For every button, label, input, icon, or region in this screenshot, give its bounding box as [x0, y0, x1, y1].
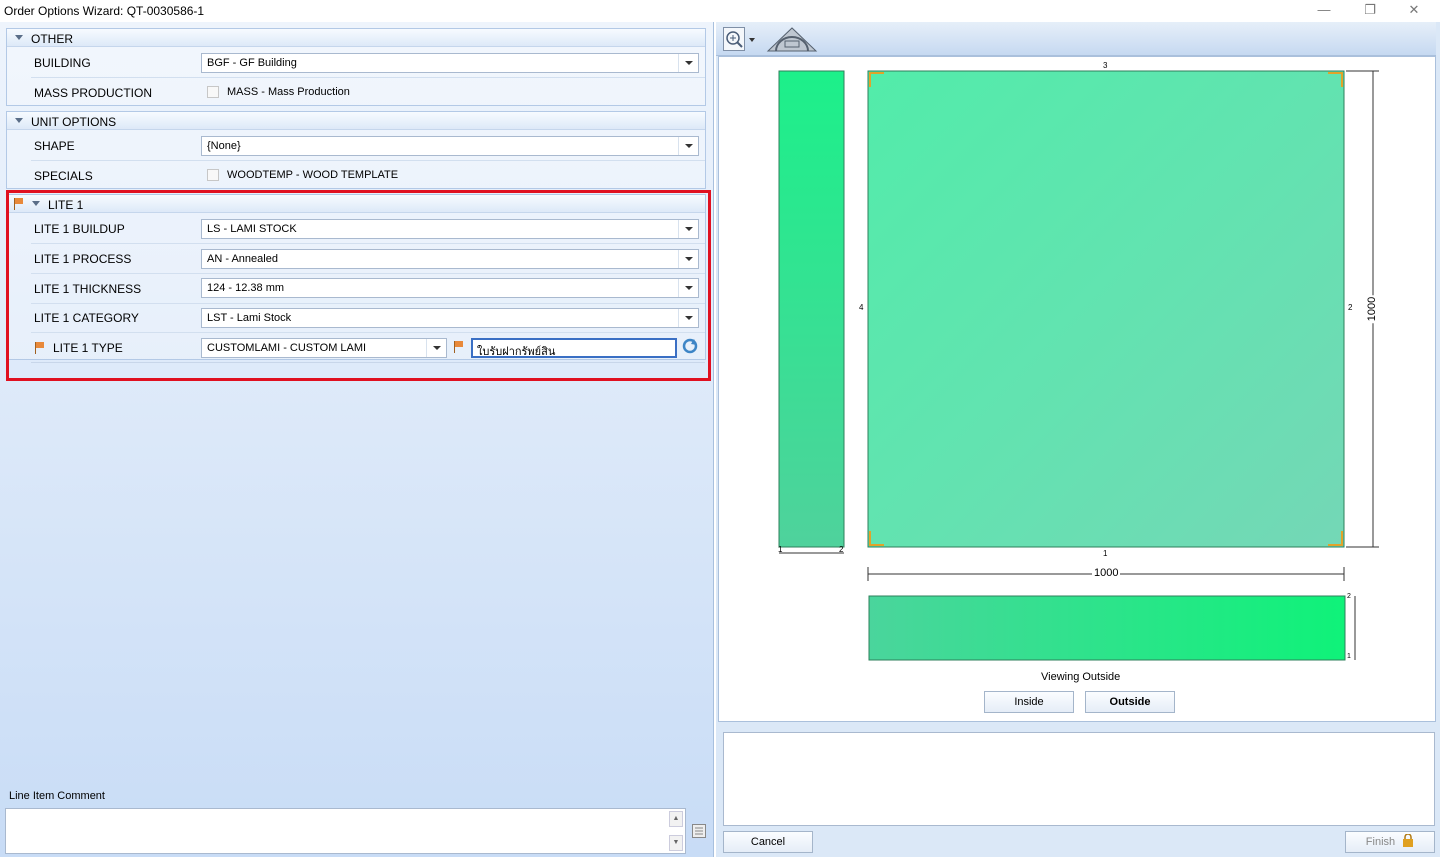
bottom-strip-glass: [868, 595, 1346, 661]
row-shape: SHAPE {None}: [31, 131, 705, 161]
collapse-arrow-icon[interactable]: [15, 118, 23, 123]
finish-button[interactable]: Finish: [1345, 831, 1435, 853]
shape-combo[interactable]: {None}: [201, 136, 699, 156]
building-combo[interactable]: BGF - GF Building: [201, 53, 699, 73]
window-title: Order Options Wizard: QT-0030586-1: [4, 4, 205, 18]
scroll-down-icon[interactable]: ▼: [669, 835, 683, 851]
preview-panel: 3 4 2 1 1 2 2 1 1000 1000 Viewing Outsid…: [716, 22, 1440, 857]
specials-checkbox[interactable]: [207, 169, 219, 181]
highlight-box: [6, 190, 711, 381]
strip-label-top: 2: [1347, 593, 1351, 600]
title-bar: Order Options Wizard: QT-0030586-1 — ❐ ✕: [0, 0, 1440, 22]
mass-production-checkbox-label: MASS - Mass Production: [227, 86, 350, 98]
specials-label: SPECIALS: [34, 169, 93, 183]
comment-input[interactable]: ▲ ▼: [5, 808, 686, 854]
main-glass-lite: [867, 70, 1345, 548]
building-value: BGF - GF Building: [207, 57, 297, 69]
outside-button[interactable]: Outside: [1085, 691, 1175, 713]
row-mass-production: MASS PRODUCTION MASS - Mass Production: [31, 78, 705, 108]
group-other-title: OTHER: [31, 32, 73, 46]
comment-label: Line Item Comment: [9, 790, 105, 802]
collapse-arrow-icon[interactable]: [15, 35, 23, 40]
zoom-icon[interactable]: [723, 27, 757, 51]
specials-checkbox-label: WOODTEMP - WOOD TEMPLATE: [227, 169, 399, 181]
cancel-button[interactable]: Cancel: [723, 831, 813, 853]
row-building: BUILDING BGF - GF Building: [31, 48, 705, 78]
notes-icon[interactable]: [692, 824, 706, 838]
options-panel: OTHER BUILDING BGF - GF Building MASS PR…: [0, 22, 714, 857]
shape-view-icon[interactable]: [766, 25, 818, 53]
row-specials: SPECIALS WOODTEMP - WOOD TEMPLATE: [31, 161, 705, 191]
shape-label: SHAPE: [34, 139, 75, 153]
restore-icon[interactable]: ❐: [1360, 2, 1380, 18]
lock-icon: [1403, 833, 1414, 847]
message-box: [723, 732, 1435, 826]
side-label-2: 2: [839, 545, 844, 554]
mass-production-checkbox[interactable]: [207, 86, 219, 98]
preview-toolbar: [716, 22, 1436, 56]
side-label-1: 1: [778, 545, 783, 554]
group-unit-options-title: UNIT OPTIONS: [31, 115, 117, 129]
glass-drawing: [778, 70, 1379, 661]
group-unit-options: UNIT OPTIONS SHAPE {None} SPECIALS WOODT…: [6, 111, 706, 189]
height-dimension: 1000: [1366, 294, 1379, 324]
strip-label-bottom: 1: [1347, 653, 1351, 660]
bottom-edge-number: 1: [1103, 549, 1108, 558]
group-unit-options-header[interactable]: UNIT OPTIONS: [7, 112, 705, 130]
minimize-icon[interactable]: —: [1314, 2, 1334, 18]
group-other: OTHER BUILDING BGF - GF Building MASS PR…: [6, 28, 706, 106]
group-other-header[interactable]: OTHER: [7, 29, 705, 47]
left-edge-number: 4: [859, 303, 864, 312]
mass-production-label: MASS PRODUCTION: [34, 86, 153, 100]
width-dimension: 1000: [1092, 567, 1121, 579]
building-label: BUILDING: [34, 56, 91, 70]
chevron-down-icon[interactable]: [678, 54, 698, 72]
scroll-up-icon[interactable]: ▲: [669, 811, 683, 827]
inside-button[interactable]: Inside: [984, 691, 1074, 713]
shape-value: {None}: [207, 140, 241, 152]
close-icon[interactable]: ✕: [1404, 2, 1424, 18]
finish-label: Finish: [1365, 836, 1396, 848]
top-edge-number: 3: [1103, 61, 1108, 70]
chevron-down-icon[interactable]: [678, 137, 698, 155]
preview-canvas: 3 4 2 1 1 2 2 1 1000 1000 Viewing Outsid…: [718, 56, 1436, 722]
viewing-label: Viewing Outside: [1041, 671, 1121, 683]
right-edge-number: 2: [1348, 303, 1353, 312]
side-view-glass: [778, 70, 845, 548]
